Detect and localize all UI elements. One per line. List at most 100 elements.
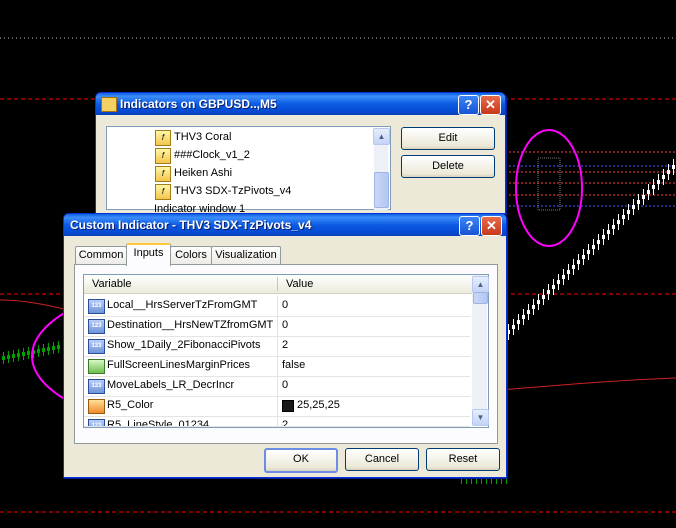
tree-item-indicator[interactable]: Heiken Ashi [174,167,232,179]
integer-icon: 123 [88,319,105,334]
tree-item-indicator[interactable]: THV3 Coral [174,131,231,143]
help-button-2[interactable]: ? [459,216,480,236]
indicator-fx-icon: f [155,184,171,200]
candle-body [617,220,620,224]
column-divider [277,356,278,376]
candle-body [557,280,560,284]
variable-value[interactable]: 2 [282,419,288,426]
candle-body [567,270,570,274]
delete-button[interactable]: Delete [401,155,495,178]
candle-body [2,356,5,360]
candle-body [27,351,30,355]
candle-body [47,347,50,351]
indicators-titlebar[interactable]: Indicators on GBPUSD..,M5 ? ✕ [96,93,505,115]
candle-body [7,355,10,359]
table-scrollbar[interactable]: ▲ ▼ [472,275,489,426]
column-divider [277,277,278,291]
column-header-value[interactable]: Value [286,278,313,290]
candle-body [12,354,15,358]
variable-name: Show_1Daily_2FibonacciPivots [107,339,261,351]
variable-name: Destination__HrsNewTZfromGMT [107,319,274,331]
scroll-up-icon[interactable]: ▲ [472,276,489,293]
tab-common[interactable]: Common [75,246,127,264]
indicator-fx-icon: f [155,166,171,182]
scroll-down-icon[interactable]: ▼ [472,409,489,426]
variable-name: FullScreenLinesMarginPrices [107,359,251,371]
candle-body [537,300,540,304]
indicators-window-title: Indicators on GBPUSD..,M5 [120,97,277,111]
candle-body [52,346,55,350]
indicator-fx-icon: f [155,148,171,164]
candle-body [517,320,520,324]
candle-body [667,170,670,174]
mt4-app-icon [101,97,117,112]
table-row[interactable]: 123 Local__HrsServerTzFromGMT 0 [84,296,470,317]
tab-colors[interactable]: Colors [170,246,212,264]
candle-body [607,230,610,234]
candle-body [527,310,530,314]
column-divider [277,336,278,356]
tab-visualization[interactable]: Visualization [211,246,281,264]
tab-inputs[interactable]: Inputs [126,243,171,266]
integer-icon: 123 [88,339,105,354]
tree-item-indicator[interactable]: ###Clock_v1_2 [174,149,250,161]
variable-value[interactable]: 0 [282,299,288,311]
variable-name: R5_Color [107,399,154,411]
ok-button[interactable]: OK [264,448,338,473]
scroll-thumb[interactable] [473,292,488,304]
candle-body [512,325,515,329]
integer-icon: 123 [88,419,105,426]
integer-icon: 123 [88,379,105,394]
close-button-2[interactable]: ✕ [481,216,502,236]
candle-body [637,200,640,204]
edit-button[interactable]: Edit [401,127,495,150]
candle-body [627,210,630,214]
candle-body [542,295,545,299]
table-row[interactable]: R5_Color 25,25,25 [84,396,470,417]
indicators-tree[interactable] [106,126,391,210]
variable-value[interactable]: 25,25,25 [297,399,340,411]
variable-name: R5_LineStyle_01234 [107,419,210,427]
candle-body [662,175,665,179]
tree-scrollbar[interactable]: ▲ [373,128,390,210]
color-icon [88,399,105,414]
help-button[interactable]: ? [458,95,479,115]
candle-body [547,290,550,294]
table-header: Variable Value [84,275,472,294]
candle-body [37,349,40,353]
candle-body [57,345,60,349]
tree-item-indicator[interactable]: THV3 SDX-TzPivots_v4 [174,185,291,197]
variable-value[interactable]: false [282,359,305,371]
close-button[interactable]: ✕ [480,95,501,115]
candle-body [587,250,590,254]
custom-indicator-titlebar[interactable]: Custom Indicator - THV3 SDX-TzPivots_v4 … [64,214,506,236]
candle-body [597,240,600,244]
cancel-button[interactable]: Cancel [345,448,419,471]
candle-body [577,260,580,264]
column-divider [277,376,278,396]
custom-indicator-title: Custom Indicator - THV3 SDX-TzPivots_v4 [70,218,312,232]
candle-body [562,275,565,279]
candle-body [612,225,615,229]
column-header-variable[interactable]: Variable [92,278,132,290]
table-row[interactable]: 123 R5_LineStyle_01234 2 [84,416,470,427]
candle-body [42,348,45,352]
candle-body [572,265,575,269]
integer-icon: 123 [88,299,105,314]
candle-body [647,190,650,194]
reset-button[interactable]: Reset [426,448,500,471]
scroll-thumb[interactable] [374,172,389,208]
table-row[interactable]: 123 MoveLabels_LR_DecrIncr 0 [84,376,470,397]
candle-body [17,353,20,357]
table-row[interactable]: 123 Show_1Daily_2FibonacciPivots 2 [84,336,470,357]
candle-body [592,245,595,249]
variable-value[interactable]: 0 [282,319,288,331]
indicator-fx-icon: f [155,130,171,146]
variable-value[interactable]: 2 [282,339,288,351]
table-row[interactable]: FullScreenLinesMarginPrices false [84,356,470,377]
table-row[interactable]: 123 Destination__HrsNewTZfromGMT 0 [84,316,470,337]
variable-value[interactable]: 0 [282,379,288,391]
scroll-up-icon[interactable]: ▲ [373,128,390,145]
color-swatch[interactable] [282,400,294,412]
column-divider [277,296,278,316]
